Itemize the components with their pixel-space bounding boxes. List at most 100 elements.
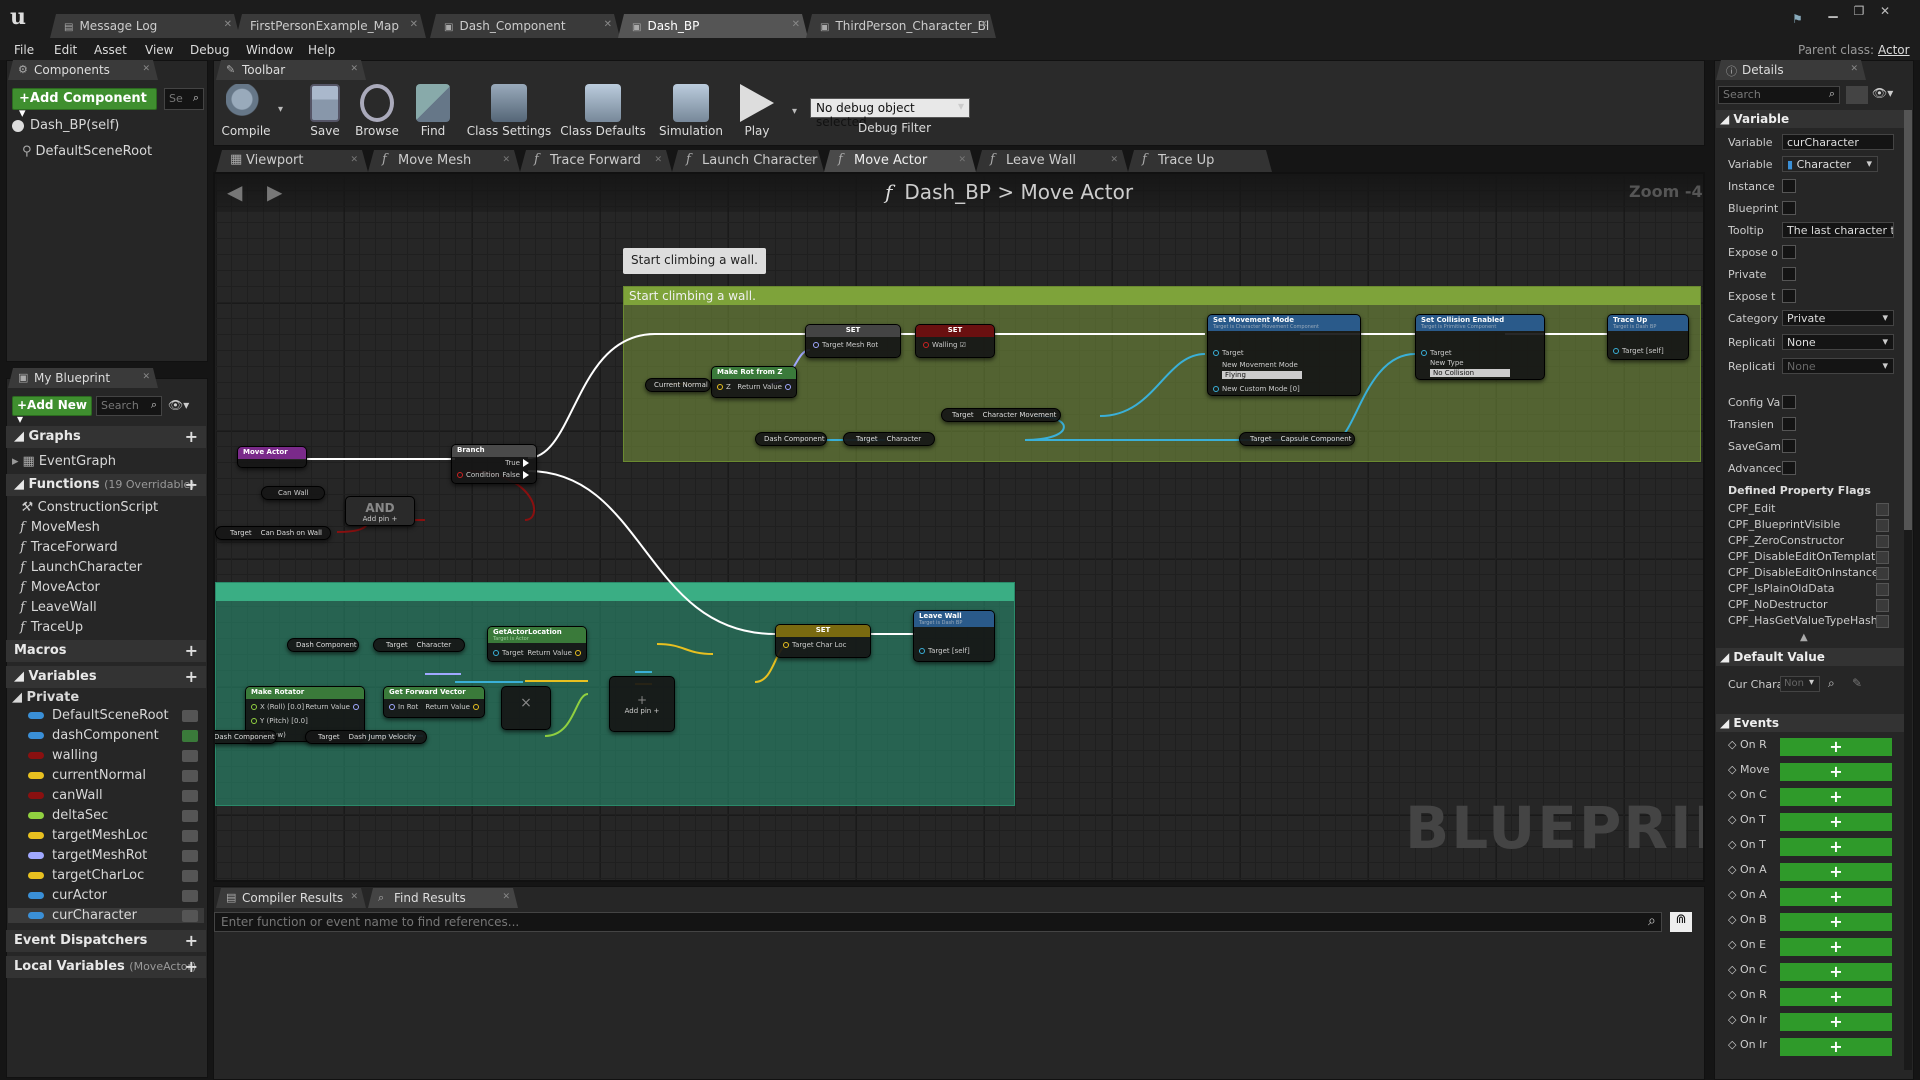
node-trace-up[interactable]: Trace Up Target is Dash BP Target [self]: [1607, 314, 1689, 360]
detail-select[interactable]: None: [1782, 358, 1894, 374]
menu-asset[interactable]: Asset: [94, 43, 127, 57]
add-event-button[interactable]: +: [1780, 963, 1892, 981]
default-value-section[interactable]: ◢ Default Value: [1716, 648, 1912, 666]
add-graph-icon[interactable]: +: [185, 427, 198, 446]
close-icon[interactable]: ✕: [142, 372, 150, 382]
add-event-button[interactable]: +: [1780, 888, 1892, 906]
detail-checkbox[interactable]: [1782, 201, 1796, 215]
detail-checkbox[interactable]: [1782, 395, 1796, 409]
node-dash-component-3[interactable]: Dash Component: [215, 730, 277, 744]
pin-new-movement-mode[interactable]: New Movement Mode: [1222, 361, 1298, 369]
visibility-eye-icon[interactable]: 👁▾: [168, 398, 198, 414]
scrollbar-thumb[interactable]: [1904, 110, 1912, 530]
tab-launch-character[interactable]: f Launch Character ✕: [672, 150, 824, 172]
browse-icon[interactable]: ⌕: [1828, 676, 1835, 691]
play-button[interactable]: Play: [732, 84, 782, 138]
node-current-normal[interactable]: Current Normal: [645, 378, 711, 392]
node-move-actor-entry[interactable]: Move Actor: [237, 446, 307, 468]
close-icon[interactable]: ✕: [792, 19, 800, 30]
details-tab[interactable]: ⓘ Details ✕: [1716, 60, 1866, 80]
variable-item[interactable]: walling: [28, 748, 204, 763]
local-variables-section[interactable]: Local Variables (MoveActor) +: [6, 956, 206, 978]
node-dash-jump-velocity[interactable]: Target Dash Jump Velocity: [305, 730, 427, 744]
pin-target[interactable]: Target: [1418, 349, 1452, 357]
tab-viewport[interactable]: ▦ Viewport ✕: [216, 150, 368, 172]
add-local-variable-icon[interactable]: +: [185, 957, 198, 976]
visibility-eye-icon[interactable]: 👁▾: [1872, 86, 1908, 104]
variable-item[interactable]: deltaSec: [28, 808, 204, 823]
tab-trace-forward[interactable]: f Trace Forward ✕: [520, 150, 672, 172]
variable-type-select[interactable]: ▮ Character: [1782, 156, 1878, 172]
component-self[interactable]: Dash_BP(self): [12, 118, 119, 133]
component-default-scene-root[interactable]: ⚲ DefaultSceneRoot: [22, 144, 152, 159]
node-set-collision-enabled[interactable]: Set Collision Enabled Target is Primitive…: [1415, 314, 1545, 380]
close-icon[interactable]: ✕: [604, 19, 612, 30]
pin-z[interactable]: Z: [714, 383, 731, 391]
flag-checkbox[interactable]: [1876, 567, 1889, 580]
variable-section[interactable]: ◢ Variable: [1716, 110, 1912, 128]
variable-item[interactable]: curActor: [28, 888, 204, 903]
browse-button[interactable]: Browse: [352, 84, 402, 138]
node-set-target-char-loc[interactable]: SET Target Char Loc: [775, 624, 871, 658]
visibility-eye-icon[interactable]: [182, 890, 198, 902]
function-leave-wall[interactable]: f LeaveWall: [20, 600, 97, 615]
doc-tab-map[interactable]: FirstPersonExample_Map ✕: [236, 14, 426, 38]
close-window-icon[interactable]: ✕: [1874, 4, 1896, 20]
pin-condition[interactable]: Condition: [454, 471, 499, 479]
close-icon[interactable]: ✕: [502, 155, 510, 165]
detail-checkbox[interactable]: [1782, 289, 1796, 303]
graph-event-graph[interactable]: ▸ ▦ EventGraph: [12, 454, 116, 469]
function-construction-script[interactable]: ⚒ ConstructionScript: [20, 500, 158, 515]
class-defaults-button[interactable]: Class Defaults: [560, 84, 646, 138]
add-event-button[interactable]: +: [1780, 813, 1892, 831]
my-blueprint-tab[interactable]: ▣ My Blueprint ✕: [8, 368, 158, 388]
menu-window[interactable]: Window: [246, 43, 293, 57]
node-character-movement[interactable]: Target Character Movement: [941, 408, 1061, 422]
visibility-eye-icon[interactable]: [182, 870, 198, 882]
pin-return-value[interactable]: Return Value: [527, 649, 584, 657]
detail-checkbox[interactable]: [1782, 245, 1796, 259]
unreal-logo-icon[interactable]: u: [10, 4, 38, 32]
node-character-2[interactable]: Target Character: [373, 638, 465, 652]
class-settings-button[interactable]: Class Settings: [466, 84, 552, 138]
detail-select[interactable]: None: [1782, 334, 1894, 350]
tab-compiler-results[interactable]: ▤ Compiler Results ✕: [216, 888, 366, 908]
node-branch[interactable]: Branch True False Condition: [451, 444, 537, 484]
variables-section[interactable]: ◢ Variables +: [6, 666, 206, 688]
pin-target[interactable]: Target [self]: [1610, 347, 1664, 355]
pin-target-mesh-rot[interactable]: Target Mesh Rot: [810, 341, 878, 349]
flag-checkbox[interactable]: [1876, 535, 1889, 548]
close-icon[interactable]: ✕: [224, 19, 232, 30]
pin-return-value[interactable]: Return Value: [305, 703, 362, 711]
variable-item[interactable]: targetCharLoc: [28, 868, 204, 883]
visibility-eye-icon[interactable]: [182, 750, 198, 762]
node-capsule-component[interactable]: Target Capsule Component: [1239, 432, 1355, 446]
graphs-section[interactable]: ◢ Graphs +: [6, 426, 206, 448]
simulation-button[interactable]: Simulation: [656, 84, 726, 138]
node-set-walling[interactable]: SET Walling ☑: [915, 324, 995, 358]
close-icon[interactable]: ✕: [980, 19, 988, 30]
node-can-wall[interactable]: Can Wall: [261, 486, 325, 500]
find-button[interactable]: Find: [408, 84, 458, 138]
add-function-icon[interactable]: +: [185, 475, 198, 494]
pin-return-value[interactable]: Return Value: [425, 703, 482, 711]
close-icon[interactable]: ✕: [958, 155, 966, 165]
notification-icon[interactable]: ⚑: [1792, 12, 1810, 26]
close-icon[interactable]: ✕: [350, 155, 358, 165]
detail-checkbox[interactable]: [1782, 417, 1796, 431]
search-icon[interactable]: ⌕: [1648, 913, 1656, 929]
doc-tab-message-log[interactable]: ▤ Message Log ✕: [50, 14, 240, 38]
visibility-eye-icon[interactable]: [182, 830, 198, 842]
add-event-button[interactable]: +: [1780, 863, 1892, 881]
toolbar-tab[interactable]: ✎ Toolbar ✕: [216, 60, 366, 80]
pick-actor-icon[interactable]: ✎: [1852, 676, 1862, 690]
menu-view[interactable]: View: [145, 43, 173, 57]
add-macro-icon[interactable]: +: [185, 641, 198, 660]
play-options-chevron-icon[interactable]: ▾: [792, 106, 797, 117]
movement-mode-select[interactable]: Flying: [1222, 371, 1302, 379]
pin-walling[interactable]: Walling ☑: [920, 341, 966, 349]
node-can-dash-on-wall[interactable]: Target Can Dash on Wall: [215, 526, 331, 540]
components-search-input[interactable]: Se ⌕: [164, 88, 204, 110]
pin-x-roll[interactable]: X (Roll) [0.0]: [248, 703, 304, 711]
maximize-icon[interactable]: ❐: [1848, 4, 1870, 20]
